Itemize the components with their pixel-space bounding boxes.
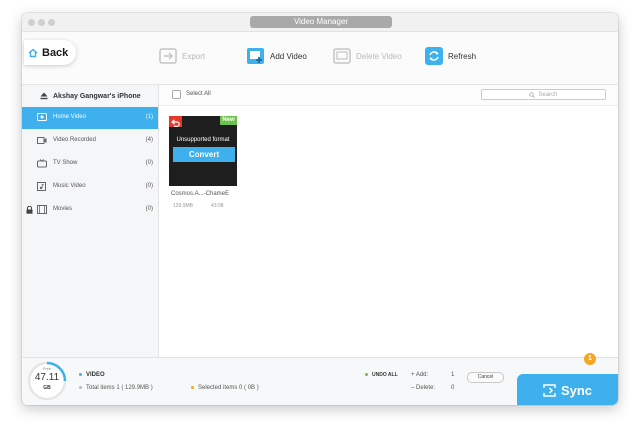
home-video-icon bbox=[37, 113, 47, 121]
add-count: 1 bbox=[451, 372, 455, 378]
video-thumbnail[interactable]: New Unsupported format Convert bbox=[169, 116, 237, 186]
film-icon bbox=[37, 205, 47, 214]
camera-icon bbox=[37, 137, 47, 144]
sidebar-item-label: Movies bbox=[53, 206, 73, 212]
sidebar-item-home-video[interactable]: Home Video (1) bbox=[22, 107, 158, 129]
sidebar-item-label: Music Video bbox=[53, 183, 86, 189]
delete-summary: – Delete: bbox=[411, 385, 436, 391]
add-video-button[interactable]: Add Video bbox=[246, 45, 307, 67]
add-video-icon bbox=[247, 48, 264, 64]
export-icon bbox=[159, 48, 177, 64]
refresh-button[interactable]: Refresh bbox=[424, 45, 476, 67]
search-placeholder: Search bbox=[538, 91, 558, 98]
device-header[interactable]: Akshay Gangwar's iPhone bbox=[22, 85, 158, 107]
video-list-area: Select All Search New Unsupported format… bbox=[159, 85, 618, 357]
cancel-button[interactable]: Cancel bbox=[467, 372, 504, 383]
minimize-window-button[interactable] bbox=[38, 19, 45, 26]
convert-button[interactable]: Convert bbox=[173, 147, 235, 162]
sidebar-item-count: (0) bbox=[145, 206, 153, 212]
unsupported-format-text: Unsupported format bbox=[176, 137, 230, 143]
add-summary: + Add: bbox=[411, 372, 429, 378]
select-all-label[interactable]: Select All bbox=[186, 91, 211, 97]
sidebar-item-label: TV Show bbox=[53, 160, 78, 166]
selected-items: Selected items 0 ( 0B ) bbox=[191, 385, 259, 391]
refresh-label: Refresh bbox=[448, 51, 477, 61]
lock-icon bbox=[26, 206, 33, 214]
export-label: Export bbox=[182, 51, 206, 61]
sidebar-item-count: (4) bbox=[145, 137, 153, 143]
sidebar-item-music-video[interactable]: Music Video (0) bbox=[22, 176, 158, 198]
home-icon bbox=[28, 48, 38, 57]
total-items: Total items 1 ( 129.9MB ) bbox=[79, 385, 153, 391]
music-video-icon bbox=[37, 182, 46, 191]
toolbar: Back Export Add Video Delete Video Refre… bbox=[22, 32, 618, 85]
device-name: Akshay Gangwar's iPhone bbox=[53, 92, 141, 100]
sync-button[interactable]: Sync bbox=[517, 374, 618, 405]
search-input[interactable]: Search bbox=[481, 89, 606, 100]
title-bar: Video Manager bbox=[22, 13, 618, 32]
add-video-label: Add Video bbox=[270, 51, 307, 61]
video-duration: 43:08 bbox=[211, 203, 224, 209]
storage-gauge: Free 47.11 GB bbox=[22, 358, 72, 405]
export-button[interactable]: Export bbox=[158, 45, 205, 67]
free-value: 47.11 bbox=[34, 372, 60, 383]
sync-label: Sync bbox=[560, 382, 593, 398]
sidebar-item-label: Home Video bbox=[53, 114, 86, 120]
undo-all-button[interactable]: UNDO ALL bbox=[365, 372, 398, 378]
list-header: Select All Search bbox=[159, 85, 618, 106]
tv-icon bbox=[37, 159, 47, 168]
sidebar-item-count: (0) bbox=[145, 183, 153, 189]
sync-icon bbox=[543, 383, 556, 397]
sidebar-item-video-recorded[interactable]: Video Recorded (4) bbox=[22, 130, 158, 152]
sidebar: Akshay Gangwar's iPhone Home Video (1) V… bbox=[22, 85, 159, 357]
eject-icon[interactable] bbox=[40, 92, 48, 100]
back-label: Back bbox=[42, 46, 69, 59]
delete-video-button[interactable]: Delete Video bbox=[332, 45, 402, 67]
select-all-checkbox[interactable] bbox=[172, 90, 181, 99]
sidebar-item-label: Video Recorded bbox=[53, 137, 96, 143]
status-footer: Free 47.11 GB VIDEO Total items 1 ( 129.… bbox=[22, 357, 618, 405]
section-label: VIDEO bbox=[79, 372, 105, 378]
delete-video-label: Delete Video bbox=[356, 51, 402, 61]
free-label: Free bbox=[42, 366, 52, 371]
search-icon bbox=[529, 91, 536, 98]
sidebar-item-movies[interactable]: Movies (0) bbox=[22, 199, 158, 221]
free-unit: GB bbox=[43, 385, 51, 391]
refresh-icon bbox=[425, 47, 443, 65]
undo-icon bbox=[171, 119, 180, 127]
video-size: 129.9MB bbox=[173, 203, 194, 209]
sidebar-item-tv-show[interactable]: TV Show (0) bbox=[22, 153, 158, 175]
sidebar-item-count: (0) bbox=[145, 160, 153, 166]
video-manager-window: Video Manager Back Export Add Video Dele… bbox=[22, 13, 618, 405]
sync-count-badge: 1 bbox=[584, 353, 596, 365]
back-button[interactable]: Back bbox=[24, 40, 76, 65]
close-window-button[interactable] bbox=[28, 19, 35, 26]
zoom-window-button[interactable] bbox=[48, 19, 55, 26]
video-name: Cosmos.A...-ChameE bbox=[171, 191, 230, 197]
window-title: Video Manager bbox=[250, 16, 392, 28]
sidebar-item-count: (1) bbox=[145, 114, 153, 120]
delete-video-icon bbox=[333, 48, 351, 64]
new-badge: New bbox=[220, 116, 237, 125]
delete-count: 0 bbox=[451, 385, 455, 391]
undo-button[interactable] bbox=[169, 116, 182, 127]
